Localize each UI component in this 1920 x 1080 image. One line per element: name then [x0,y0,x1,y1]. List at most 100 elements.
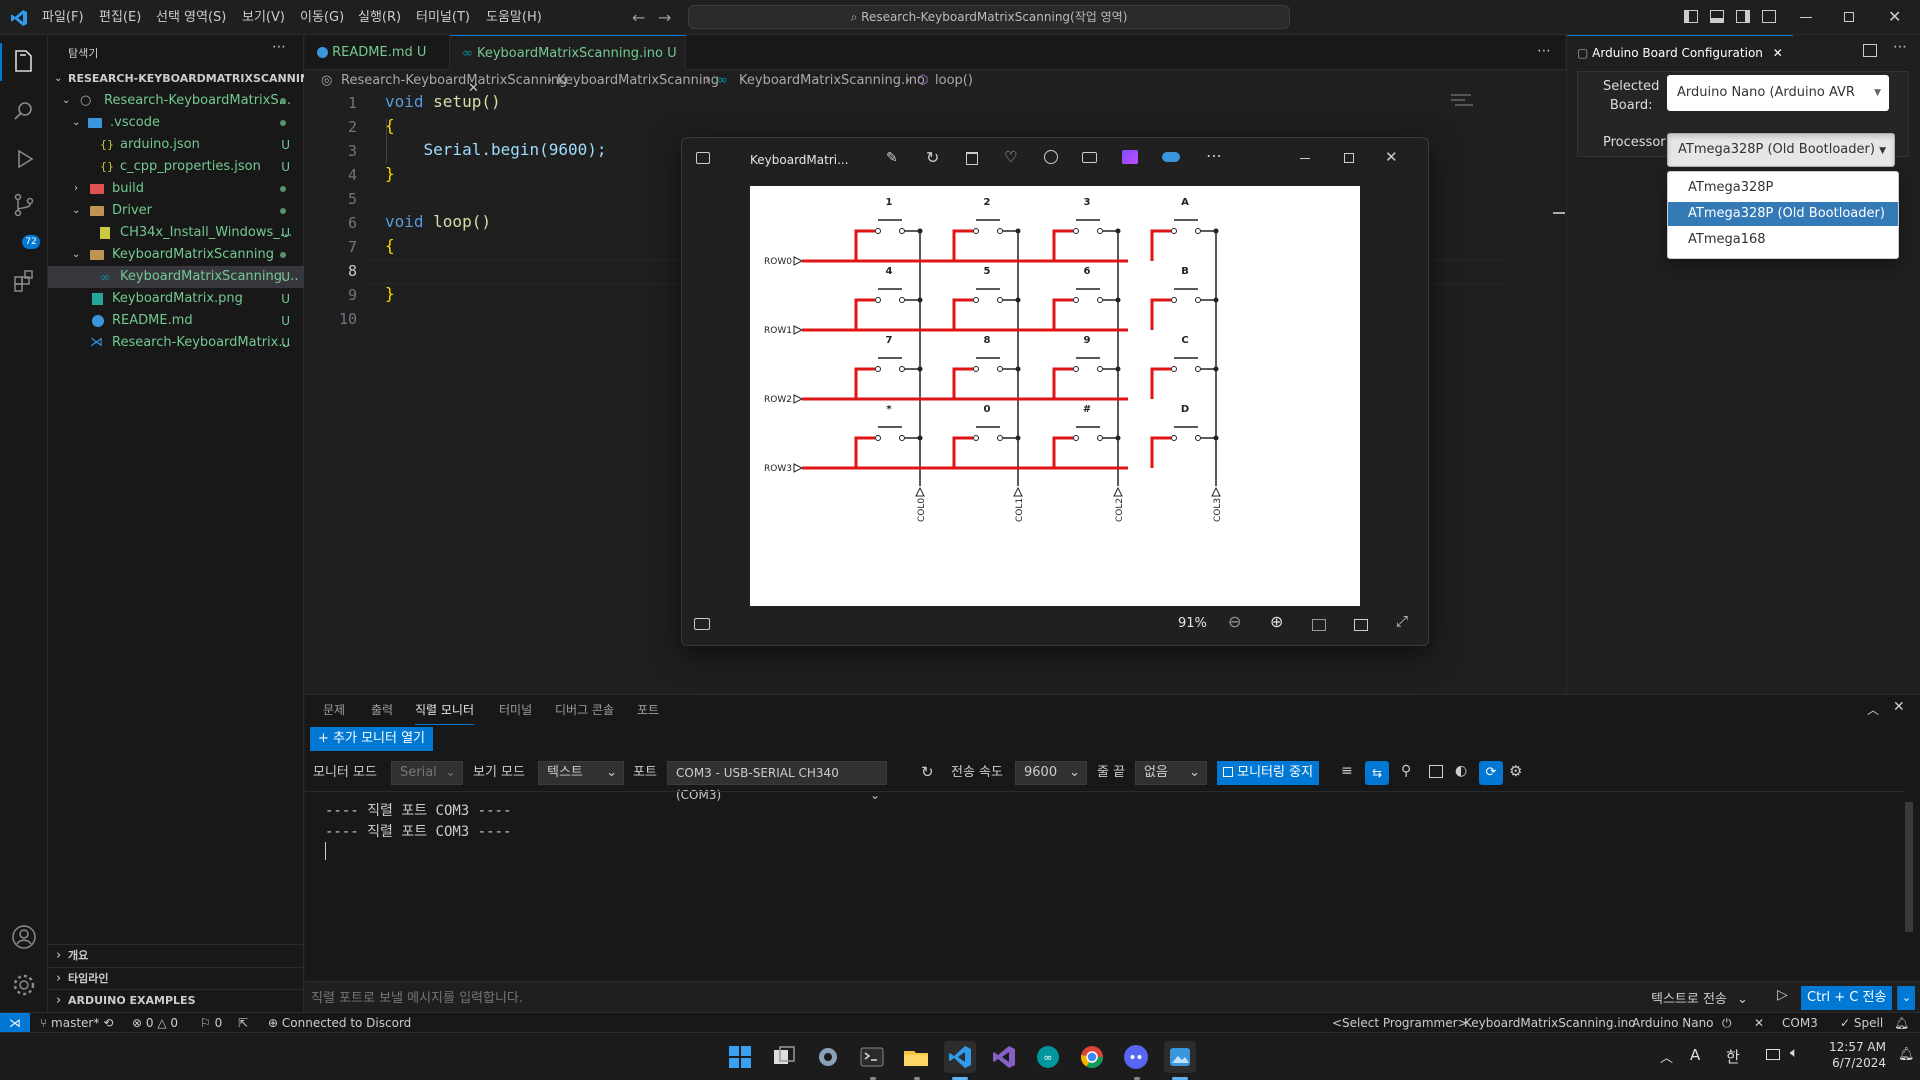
more-actions-icon[interactable]: ⋯ [1893,39,1907,55]
plug-icon[interactable]: ⏻ [1722,1013,1732,1033]
export-log-icon[interactable] [1429,765,1443,778]
zoom-out-icon[interactable]: ⊖ [1228,612,1241,631]
sketch-name[interactable]: KeyboardMatrixScanning.ino [1464,1013,1636,1033]
volume-icon[interactable]: 🔈︎ [1790,1045,1798,1061]
board-config-tab[interactable]: ▢ Arduino Board Configuration ✕ [1567,35,1793,70]
tab-debug-console[interactable]: 디버그 콘솔 [555,695,614,725]
send-mode-select[interactable]: 텍스트로 전송 ⌄ [1651,988,1748,1007]
baud-rate-select[interactable]: 9600 ⌄ [1015,761,1087,785]
tree-item-vscode[interactable]: ⌄ .vscode [48,112,304,134]
visual-studio-icon[interactable] [988,1041,1020,1073]
split-editor-icon[interactable] [1863,44,1877,57]
photos-app-icon[interactable] [1164,1041,1196,1073]
tree-item-root-folder[interactable]: ⌄ ○ Research-KeyboardMatrixS... [48,90,304,112]
menu-edit[interactable]: 편집(E) [99,0,141,35]
fit-window-icon[interactable] [1312,619,1326,631]
git-branch[interactable]: ⑂ master* ⟲ [40,1013,113,1033]
account-icon[interactable] [10,923,38,951]
tab-terminal[interactable]: 터미널 [499,695,532,725]
section-arduino-examples[interactable]: › ARDUINO EXAMPLES [48,989,304,1011]
minimize-window-icon[interactable] [1800,17,1812,18]
settings-gear-icon[interactable]: ⚙ [1509,762,1522,780]
close-panel-icon[interactable]: ✕ [1893,699,1905,715]
close-tab-icon[interactable]: ✕ [1773,46,1783,60]
tab-readme[interactable]: README.md U [305,35,450,70]
extensions-icon[interactable] [10,267,38,295]
breadcrumb-item[interactable]: loop() [935,70,973,92]
send-icon[interactable]: ▷ [1777,987,1788,1003]
explorer-icon[interactable] [10,47,38,75]
serial-output-area[interactable]: ---- 직렬 포트 COM3 ---- ---- 직렬 포트 COM3 ---… [305,791,1913,981]
chrome-icon[interactable] [1076,1041,1108,1073]
spell-check[interactable]: ✓ Spell [1840,1013,1883,1033]
section-outline[interactable]: › 개요 [48,945,304,967]
maximize-panel-icon[interactable]: ︿ [1867,701,1879,718]
workspace-header[interactable]: ⌄ RESEARCH-KEYBOARDMATRIXSCANNING(... [48,68,304,90]
tab-sketch[interactable]: ∞ KeyboardMatrixScanning.ino U ✕ [450,35,686,96]
delete-icon[interactable] [966,152,978,165]
display-icon[interactable] [1766,1049,1780,1060]
close-icon[interactable]: ✕ [1385,148,1398,166]
menu-help[interactable]: 도움말(H) [486,0,542,35]
terminal-app-icon[interactable] [856,1041,888,1073]
notification-bell-icon[interactable]: 🔔︎ [1898,1047,1915,1062]
stop-monitoring-button[interactable]: 모니터링 중지 [1217,761,1320,785]
tree-item-sketch-file[interactable]: ∞ KeyboardMatrixScanning.... U [48,266,304,288]
toggle-autoscroll-icon[interactable]: ⇆ [1365,761,1389,785]
select-programmer[interactable]: <Select Programmer> [1332,1013,1468,1033]
source-control-icon[interactable] [10,191,38,219]
clear-output-icon[interactable]: ≡ [1341,763,1353,779]
maximize-icon[interactable] [1344,153,1354,163]
show-hidden-icons-icon[interactable]: ︿ [1660,1047,1673,1066]
clock[interactable]: 12:57 AM 6/7/2024 [1822,1039,1886,1071]
rotate-icon[interactable]: ↻ [926,148,939,167]
menu-selection[interactable]: 선택 영역(S) [156,0,226,35]
discord-status[interactable]: ⊕ Connected to Discord [268,1013,411,1033]
message-input[interactable] [311,986,1391,1010]
file-explorer-icon[interactable] [900,1041,932,1073]
remote-indicator[interactable]: ⋊ [0,1013,30,1033]
command-center[interactable]: ⌕ Research-KeyboardMatrixScanning(작업 영역) [688,5,1290,29]
tree-item-readme[interactable]: README.md U [48,310,304,332]
discord-icon[interactable] [1120,1041,1152,1073]
manage-gear-icon[interactable] [10,971,38,999]
timestamp-icon[interactable]: ◐ [1455,763,1467,779]
customize-layout-icon[interactable] [1762,10,1776,23]
section-timeline[interactable]: › 타임라인 [48,967,304,989]
link-icon[interactable]: ⚲ [1401,763,1411,779]
problems-indicator[interactable]: ⊗ 0 △ 0 [132,1013,178,1033]
selected-board-select[interactable]: Arduino Nano (Arduino AVR ▼ [1667,75,1889,111]
tab-output[interactable]: 출력 [371,695,393,725]
refresh-ports-icon[interactable]: ↻ [921,763,934,781]
arduino-ide-icon[interactable]: ∞ [1032,1041,1064,1073]
notifications-bell-icon[interactable]: 🔔︎ [1894,1013,1909,1033]
filmstrip-icon[interactable] [694,618,710,630]
toggle-sidebar-icon[interactable] [1684,10,1698,23]
clipchamp-icon[interactable] [1122,150,1138,164]
minimize-icon[interactable] [1300,158,1310,159]
info-icon[interactable] [1044,150,1058,164]
more-options-icon[interactable]: ⋯ [1206,146,1222,165]
serial-port[interactable]: COM3 [1782,1013,1818,1033]
onedrive-off-icon[interactable] [1162,152,1180,162]
add-monitor-button[interactable]: + 추가 모니터 열기 [310,727,434,751]
view-mode-select[interactable]: 텍스트 ⌄ [538,761,624,785]
close-port-icon[interactable]: ✕ [1754,1013,1764,1033]
menu-go[interactable]: 이동(G) [300,0,344,35]
tab-serial-monitor[interactable]: 직렬 모니터 [415,695,475,725]
toggle-secondary-sidebar-icon[interactable] [1736,10,1750,23]
tree-item-matrix-png[interactable]: KeyboardMatrix.png U [48,288,304,310]
search-icon[interactable] [10,97,38,125]
toggle-panel-icon[interactable] [1710,10,1724,23]
deploy-icon[interactable]: ⇱ [238,1013,248,1033]
board-name[interactable]: Arduino Nano [1632,1013,1714,1033]
actual-size-icon[interactable] [1354,619,1368,631]
edit-image-icon[interactable]: ✎ [886,150,898,166]
tree-item-cpp-properties[interactable]: {} c_cpp_properties.json U [48,156,304,178]
processor-option[interactable]: ATmega168 [1668,228,1898,252]
task-view-icon[interactable] [768,1041,800,1073]
nav-back-icon[interactable]: ← [632,8,645,27]
gallery-icon[interactable] [696,152,710,164]
tree-item-arduino-json[interactable]: {} arduino.json U [48,134,304,156]
tree-item-workspace-file[interactable]: ⋊ Research-KeyboardMatrix... U [48,332,304,354]
